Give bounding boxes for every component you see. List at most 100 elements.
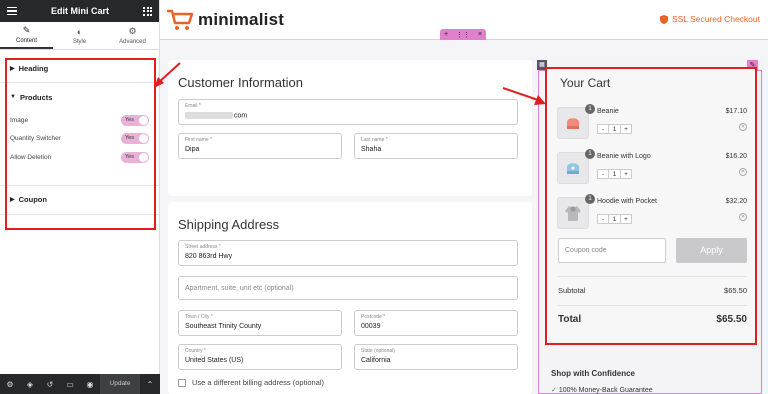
remove-item-icon[interactable]: ✕ <box>739 213 747 221</box>
add-icon[interactable]: + <box>444 31 448 38</box>
country-value: United States (US) <box>185 357 244 364</box>
divider <box>558 305 747 306</box>
increase-button[interactable]: + <box>621 170 631 178</box>
quantity-value[interactable]: 1 <box>608 125 621 133</box>
hoodie-icon <box>565 206 581 221</box>
country-label: Country * <box>185 348 206 354</box>
section-handle[interactable]: + ⋮⋮ × <box>440 29 486 40</box>
chevron-up-icon[interactable]: ⌃ <box>140 380 160 389</box>
guarantee-text: 100% Money-Back Guarantee <box>558 387 653 394</box>
guarantee-item: ✓ 100% Money-Back Guarantee <box>551 386 653 394</box>
check-icon: ✓ <box>551 387 557 394</box>
town-field[interactable]: Town / City * Southeast Trinity County <box>178 310 342 336</box>
settings-icon[interactable]: ⚙ <box>0 380 20 389</box>
panel-tabs: ✎ Content ◐ Style ⚙ Advanced <box>0 22 159 50</box>
preview-eye-icon[interactable]: ◉ <box>80 380 100 389</box>
first-name-value: Dipa <box>185 146 200 153</box>
street-field[interactable]: Street address * 820 863rd Hwy <box>178 240 518 266</box>
first-name-field[interactable]: First name * Dipa <box>178 133 342 159</box>
panel-header: Edit Mini Cart <box>0 0 159 22</box>
state-select[interactable]: State (optional) California <box>354 344 518 370</box>
street-value: 820 863rd Hwy <box>185 253 233 260</box>
hamburger-menu-icon[interactable] <box>7 6 17 16</box>
subtotal-label: Subtotal <box>558 286 586 295</box>
billing-checkbox-row[interactable]: Use a different billing address (optiona… <box>178 378 324 387</box>
cart-logo-icon <box>167 9 194 30</box>
quantity-badge: 1 <box>585 194 595 204</box>
tab-content-label: Content <box>15 38 37 44</box>
billing-label: Use a different billing address (optiona… <box>192 378 325 387</box>
street-label: Street address * <box>185 244 221 250</box>
quantity-stepper[interactable]: -1 + <box>597 214 632 224</box>
postcode-label: Postcode * <box>361 314 386 320</box>
tab-advanced-label: Advanced <box>119 39 146 45</box>
email-suffix: com <box>234 112 248 120</box>
tab-style[interactable]: ◐ Style <box>53 22 106 49</box>
last-name-value: Shaha <box>361 146 382 153</box>
country-select[interactable]: Country * United States (US) <box>178 344 342 370</box>
mini-cart-widget: Your Cart 1 Beanie $17.10 -1 + ✕ 1 Beanie… <box>545 67 757 345</box>
remove-item-icon[interactable]: ✕ <box>739 123 747 131</box>
coupon-input[interactable]: Coupon code <box>558 238 666 263</box>
drag-handle-icon[interactable]: ⋮⋮ <box>456 31 470 39</box>
apartment-placeholder: Apartment, suite, unit etc (optional) <box>185 285 294 292</box>
brand-name: minimalist <box>198 10 285 29</box>
state-label: State (optional) <box>361 348 395 354</box>
postcode-value: 00039 <box>361 323 381 330</box>
town-label: Town / City * <box>185 314 213 320</box>
first-name-label: First name * <box>185 137 212 143</box>
pencil-icon: ✎ <box>22 25 31 35</box>
contrast-icon: ◐ <box>76 26 83 37</box>
increase-button[interactable]: + <box>621 125 631 133</box>
total-row: Total $65.50 <box>558 314 747 325</box>
email-field[interactable]: Email * com <box>178 99 518 125</box>
redacted-block <box>185 112 233 119</box>
responsive-icon[interactable]: ▭ <box>60 380 80 389</box>
last-name-field[interactable]: Last name * Shaha <box>354 133 518 159</box>
quantity-value[interactable]: 1 <box>608 170 621 178</box>
page-canvas: minimalist SSL Secured Checkout + ⋮⋮ × C… <box>160 0 768 394</box>
tab-advanced[interactable]: ⚙ Advanced <box>106 22 159 49</box>
annotation-box-panel <box>5 58 156 230</box>
cart-title: Your Cart <box>560 76 611 90</box>
remove-item-icon[interactable]: ✕ <box>739 168 747 176</box>
cart-item: 1 Beanie $17.10 -1 + ✕ <box>557 104 747 147</box>
decrease-button[interactable]: - <box>598 215 608 223</box>
item-name: Beanie with Logo <box>597 153 651 160</box>
state-value: California <box>361 357 391 364</box>
subtotal-value: $65.50 <box>724 286 747 295</box>
quantity-stepper[interactable]: -1 + <box>597 169 632 179</box>
item-name: Hoodie with Pocket <box>597 198 657 205</box>
last-name-label: Last name * <box>361 137 388 143</box>
beanie-logo-icon <box>567 163 579 174</box>
total-label: Total <box>558 314 582 325</box>
postcode-field[interactable]: Postcode * 00039 <box>354 310 518 336</box>
decrease-button[interactable]: - <box>598 170 608 178</box>
history-icon[interactable]: ↺ <box>40 380 60 389</box>
billing-checkbox[interactable] <box>178 378 186 387</box>
tab-style-label: Style <box>72 38 87 45</box>
subtotal-row: Subtotal $65.50 <box>558 286 747 295</box>
town-value: Southeast Trinity County <box>185 323 262 330</box>
update-button[interactable]: Update <box>100 374 140 394</box>
item-name: Beanie <box>597 108 619 115</box>
close-icon[interactable]: × <box>478 31 482 38</box>
quantity-value[interactable]: 1 <box>608 215 621 223</box>
layers-icon[interactable]: ◈ <box>20 380 40 389</box>
increase-button[interactable]: + <box>621 215 631 223</box>
apartment-field[interactable]: Apartment, suite, unit etc (optional) <box>178 276 518 300</box>
apply-coupon-button[interactable]: Apply <box>676 238 747 263</box>
total-value: $65.50 <box>716 314 747 325</box>
confidence-title: Shop with Confidence <box>551 369 635 378</box>
gear-icon: ⚙ <box>128 26 137 36</box>
product-image <box>557 197 589 229</box>
quantity-stepper[interactable]: -1 + <box>597 124 632 134</box>
email-value: com <box>185 112 247 119</box>
customer-title: Customer Information <box>178 75 303 90</box>
quantity-badge: 1 <box>585 149 595 159</box>
decrease-button[interactable]: - <box>598 125 608 133</box>
tab-content[interactable]: ✎ Content <box>0 22 53 49</box>
panel-title: Edit Mini Cart <box>51 6 109 16</box>
ssl-text: SSL Secured Checkout <box>671 14 760 24</box>
widgets-grid-icon[interactable] <box>143 6 152 16</box>
